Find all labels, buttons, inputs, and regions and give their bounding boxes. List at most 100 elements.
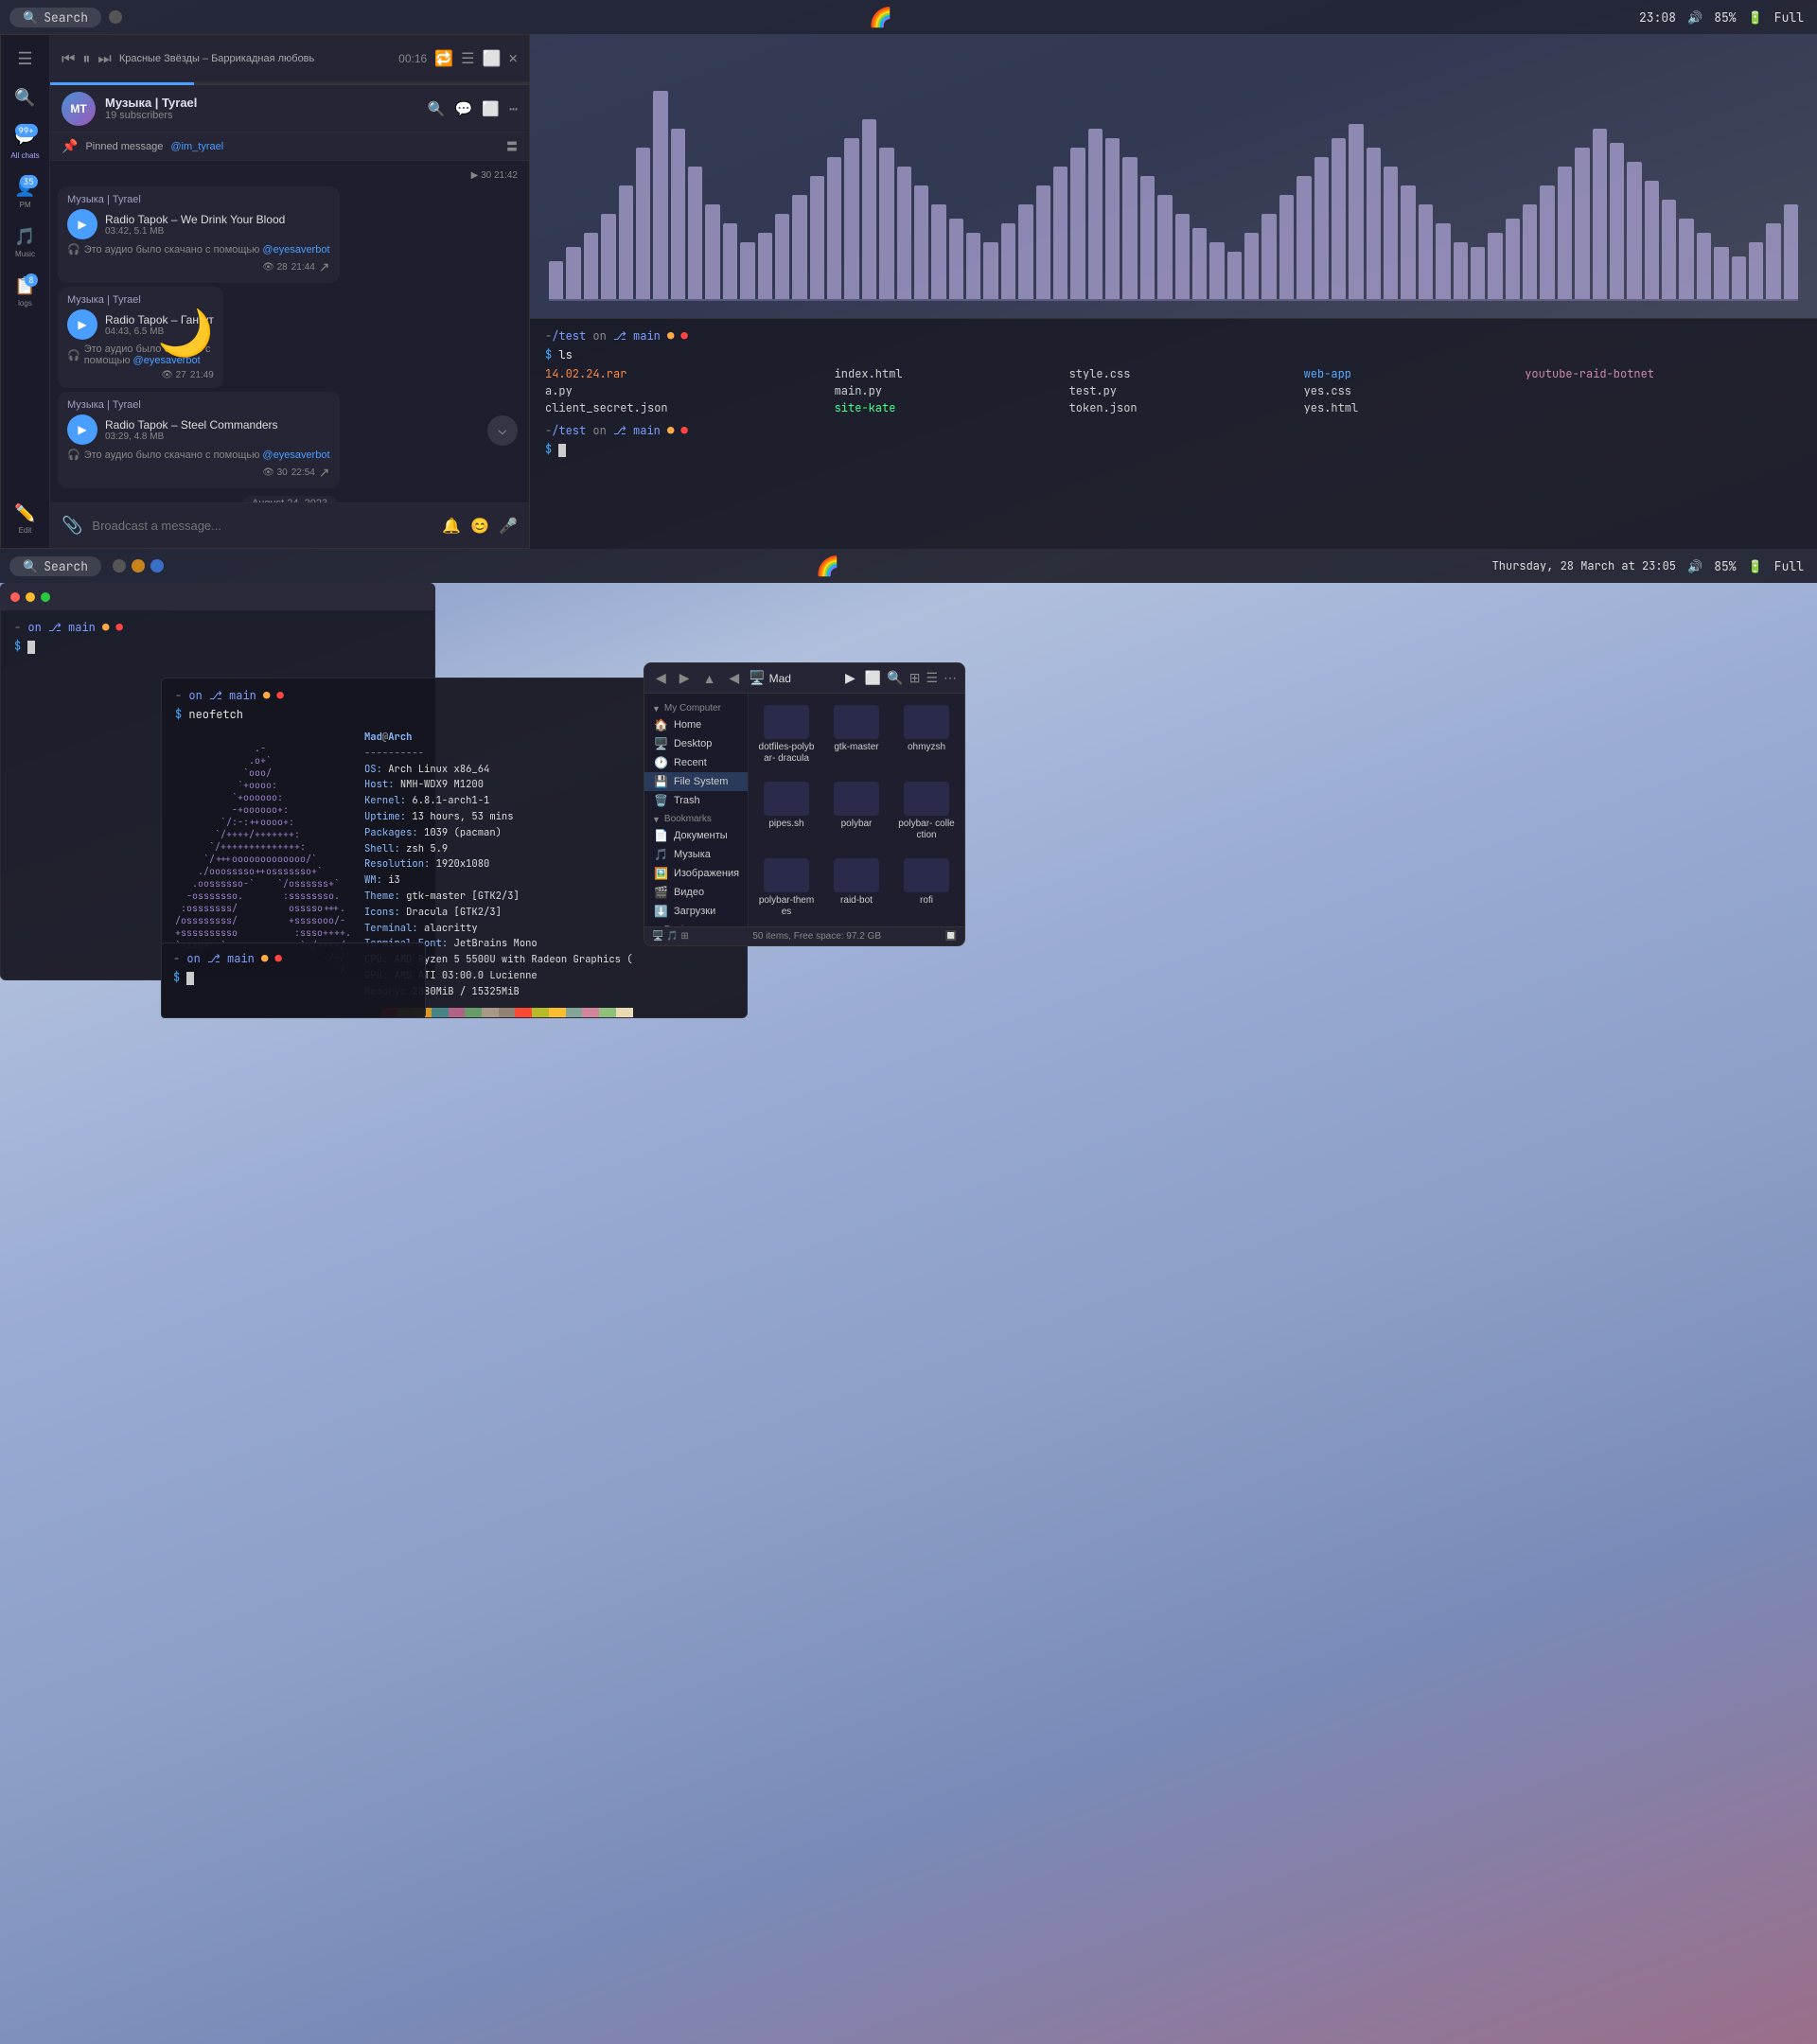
downloads-icon: ⬇️ [654, 905, 668, 918]
next-btn[interactable]: ⏭ [97, 48, 111, 68]
viz-bar [1122, 157, 1137, 299]
sidebar-item-logs[interactable]: 📋 8 logs [4, 270, 47, 313]
track-name-3: Radio Tapok – Steel Commanders [105, 418, 278, 432]
repeat-icon[interactable]: 🔁 [434, 48, 453, 68]
viz-bar [1279, 195, 1294, 299]
sidebar-music[interactable]: 🎵 Музыка [644, 845, 748, 864]
sidebar-filesystem[interactable]: 💾 File System [644, 772, 748, 791]
sidebar-item-menu[interactable]: ☰ [4, 43, 47, 76]
channel-search-icon[interactable]: 🔍 [428, 99, 446, 118]
fm-file-item[interactable]: polybar [824, 776, 889, 847]
color-block [532, 1008, 549, 1018]
fm-up-btn[interactable]: ▲ [699, 669, 720, 688]
bottombar-search[interactable]: 🔍 Search [9, 556, 101, 576]
sidebar-documents[interactable]: 📄 Документы [644, 826, 748, 845]
fm-file-icon [904, 705, 949, 739]
forward-btn-3[interactable]: ↗ [319, 465, 330, 481]
sidebar-item-pm[interactable]: 👤 35 PM [4, 171, 47, 215]
music-label: Music [15, 250, 35, 258]
fm-file-name: ohmyzsh [908, 742, 945, 753]
fm-grid-icon[interactable]: ⊞ [909, 670, 921, 686]
fm-back-btn[interactable]: ◀ [652, 668, 670, 688]
fm-file-icon [834, 858, 879, 892]
channel-chat-icon[interactable]: 💬 [455, 99, 473, 118]
pinned-label: Pinned message [85, 141, 163, 152]
forward-btn-1[interactable]: ↗ [319, 259, 330, 275]
viz-bar [1332, 138, 1346, 299]
fm-file-item[interactable]: raid-bot [824, 853, 889, 924]
viz-bar [1105, 138, 1120, 299]
music-icon: 🎵 [14, 226, 35, 248]
viz-bar [1697, 233, 1711, 299]
fm-file-icon [764, 858, 809, 892]
neofetch-host: Host: NMH-WDX9 M1200 [364, 777, 633, 793]
play-btn-2[interactable]: ▶ [67, 309, 97, 340]
neofetch-username: Mad@Arch [364, 730, 633, 746]
viz-bar [983, 242, 997, 299]
fm-file-item[interactable]: polybar-themes [754, 853, 819, 924]
sidebar-images-label: Изображения [674, 868, 739, 879]
pinned-message[interactable]: 📌 Pinned message @im_tyrael 〓 [50, 132, 529, 161]
scroll-down-btn[interactable]: ⌄ [487, 415, 518, 446]
sidebar-item-search[interactable]: 🔍 [4, 81, 47, 115]
bottombar-right: Thursday, 28 March at 23:05 🔊 85% 🔋 Full [1492, 558, 1804, 574]
playlist-icon[interactable]: ☰ [461, 48, 474, 68]
term-prompt-2: -/test on ⎇ main ● ● [545, 423, 1802, 438]
fm-section-bookmarks[interactable]: ▼ Bookmarks [644, 810, 748, 826]
channel-avatar: MT [62, 92, 96, 126]
fm-file-item[interactable]: dotfiles-polybar- dracula [754, 699, 819, 770]
viz-bar [897, 167, 911, 299]
mic-icon[interactable]: 🎤 [499, 516, 518, 536]
viz-bar [1593, 129, 1607, 299]
dot-2 [132, 559, 145, 573]
song-time: 00:16 [398, 52, 427, 65]
sidebar-item-edit[interactable]: ✏️ Edit [4, 497, 47, 540]
viz-bar [1314, 157, 1329, 299]
fm-file-item[interactable]: gtk-master [824, 699, 889, 770]
fm-prev-btn[interactable]: ◀ [725, 668, 743, 688]
sidebar-item-allchats[interactable]: 💬 99+ All chats [4, 120, 47, 166]
sidebar-home[interactable]: 🏠 Home [644, 715, 748, 734]
visualizer-panel [530, 34, 1817, 318]
attach-btn[interactable]: 📎 [62, 515, 82, 537]
fm-forward-btn[interactable]: ▶ [676, 668, 694, 688]
tg-main: ⏮ ⏸ ⏭ Красные Звёзды – Баррикадная любов… [50, 35, 529, 548]
fm-file-item[interactable]: polybar- collection [894, 776, 959, 847]
channel-layout-icon[interactable]: ⬜ [482, 99, 500, 118]
message-input[interactable] [92, 519, 432, 533]
fm-file-item[interactable]: pipes.sh [754, 776, 819, 847]
fm-file-name: rofi [920, 895, 933, 907]
sidebar-desktop[interactable]: 🖥️ Desktop [644, 734, 748, 753]
fm-list-icon[interactable]: ☰ [926, 670, 938, 686]
sidebar-video[interactable]: 🎬 Видео [644, 883, 748, 902]
fm-maximize-icon[interactable]: ⬜ [865, 670, 881, 686]
close-player-btn[interactable]: ✕ [508, 48, 518, 68]
sidebar-downloads[interactable]: ⬇️ Загрузки [644, 902, 748, 921]
prev-btn[interactable]: ⏮ [62, 48, 75, 68]
fm-search-icon[interactable]: 🔍 [887, 670, 903, 686]
viz-bar [705, 204, 719, 299]
play-btn-1[interactable]: ▶ [67, 209, 97, 239]
stop-btn[interactable]: ⏸ [82, 48, 90, 68]
sidebar-images[interactable]: 🖼️ Изображения [644, 864, 748, 883]
fm-section-computer[interactable]: ▼ My Computer [644, 699, 748, 715]
expand-icon[interactable]: ⬜ [482, 48, 501, 68]
fm-file-item[interactable]: ohmyzsh [894, 699, 959, 770]
channel-more-icon[interactable]: ⋯ [509, 99, 518, 118]
fm-file-item[interactable]: rofi [894, 853, 959, 924]
menu-icon: ☰ [17, 48, 32, 70]
sidebar-recent[interactable]: 🕐 Recent [644, 753, 748, 772]
fm-next-path-btn[interactable]: ▶ [841, 668, 859, 688]
viz-bar [1627, 162, 1641, 299]
sidebar-bookmarks-label: Bookmarks [664, 814, 712, 824]
sidebar-item-music[interactable]: 🎵 Music [4, 220, 47, 264]
play-btn-3[interactable]: ▶ [67, 414, 97, 445]
channel-name: Музыка | Tyrael [105, 96, 418, 110]
topbar-search[interactable]: 🔍 Search [9, 8, 101, 27]
track-meta-3: 03:29, 4.8 MB [105, 432, 278, 442]
fm-menu-icon[interactable]: ⋯ [944, 670, 957, 686]
emoji-icon[interactable]: 😊 [470, 516, 489, 536]
sidebar-trash[interactable]: 🗑️ Trash [644, 791, 748, 810]
bell-icon[interactable]: 🔔 [442, 516, 461, 536]
topbar-battery: 85% [1714, 9, 1736, 26]
